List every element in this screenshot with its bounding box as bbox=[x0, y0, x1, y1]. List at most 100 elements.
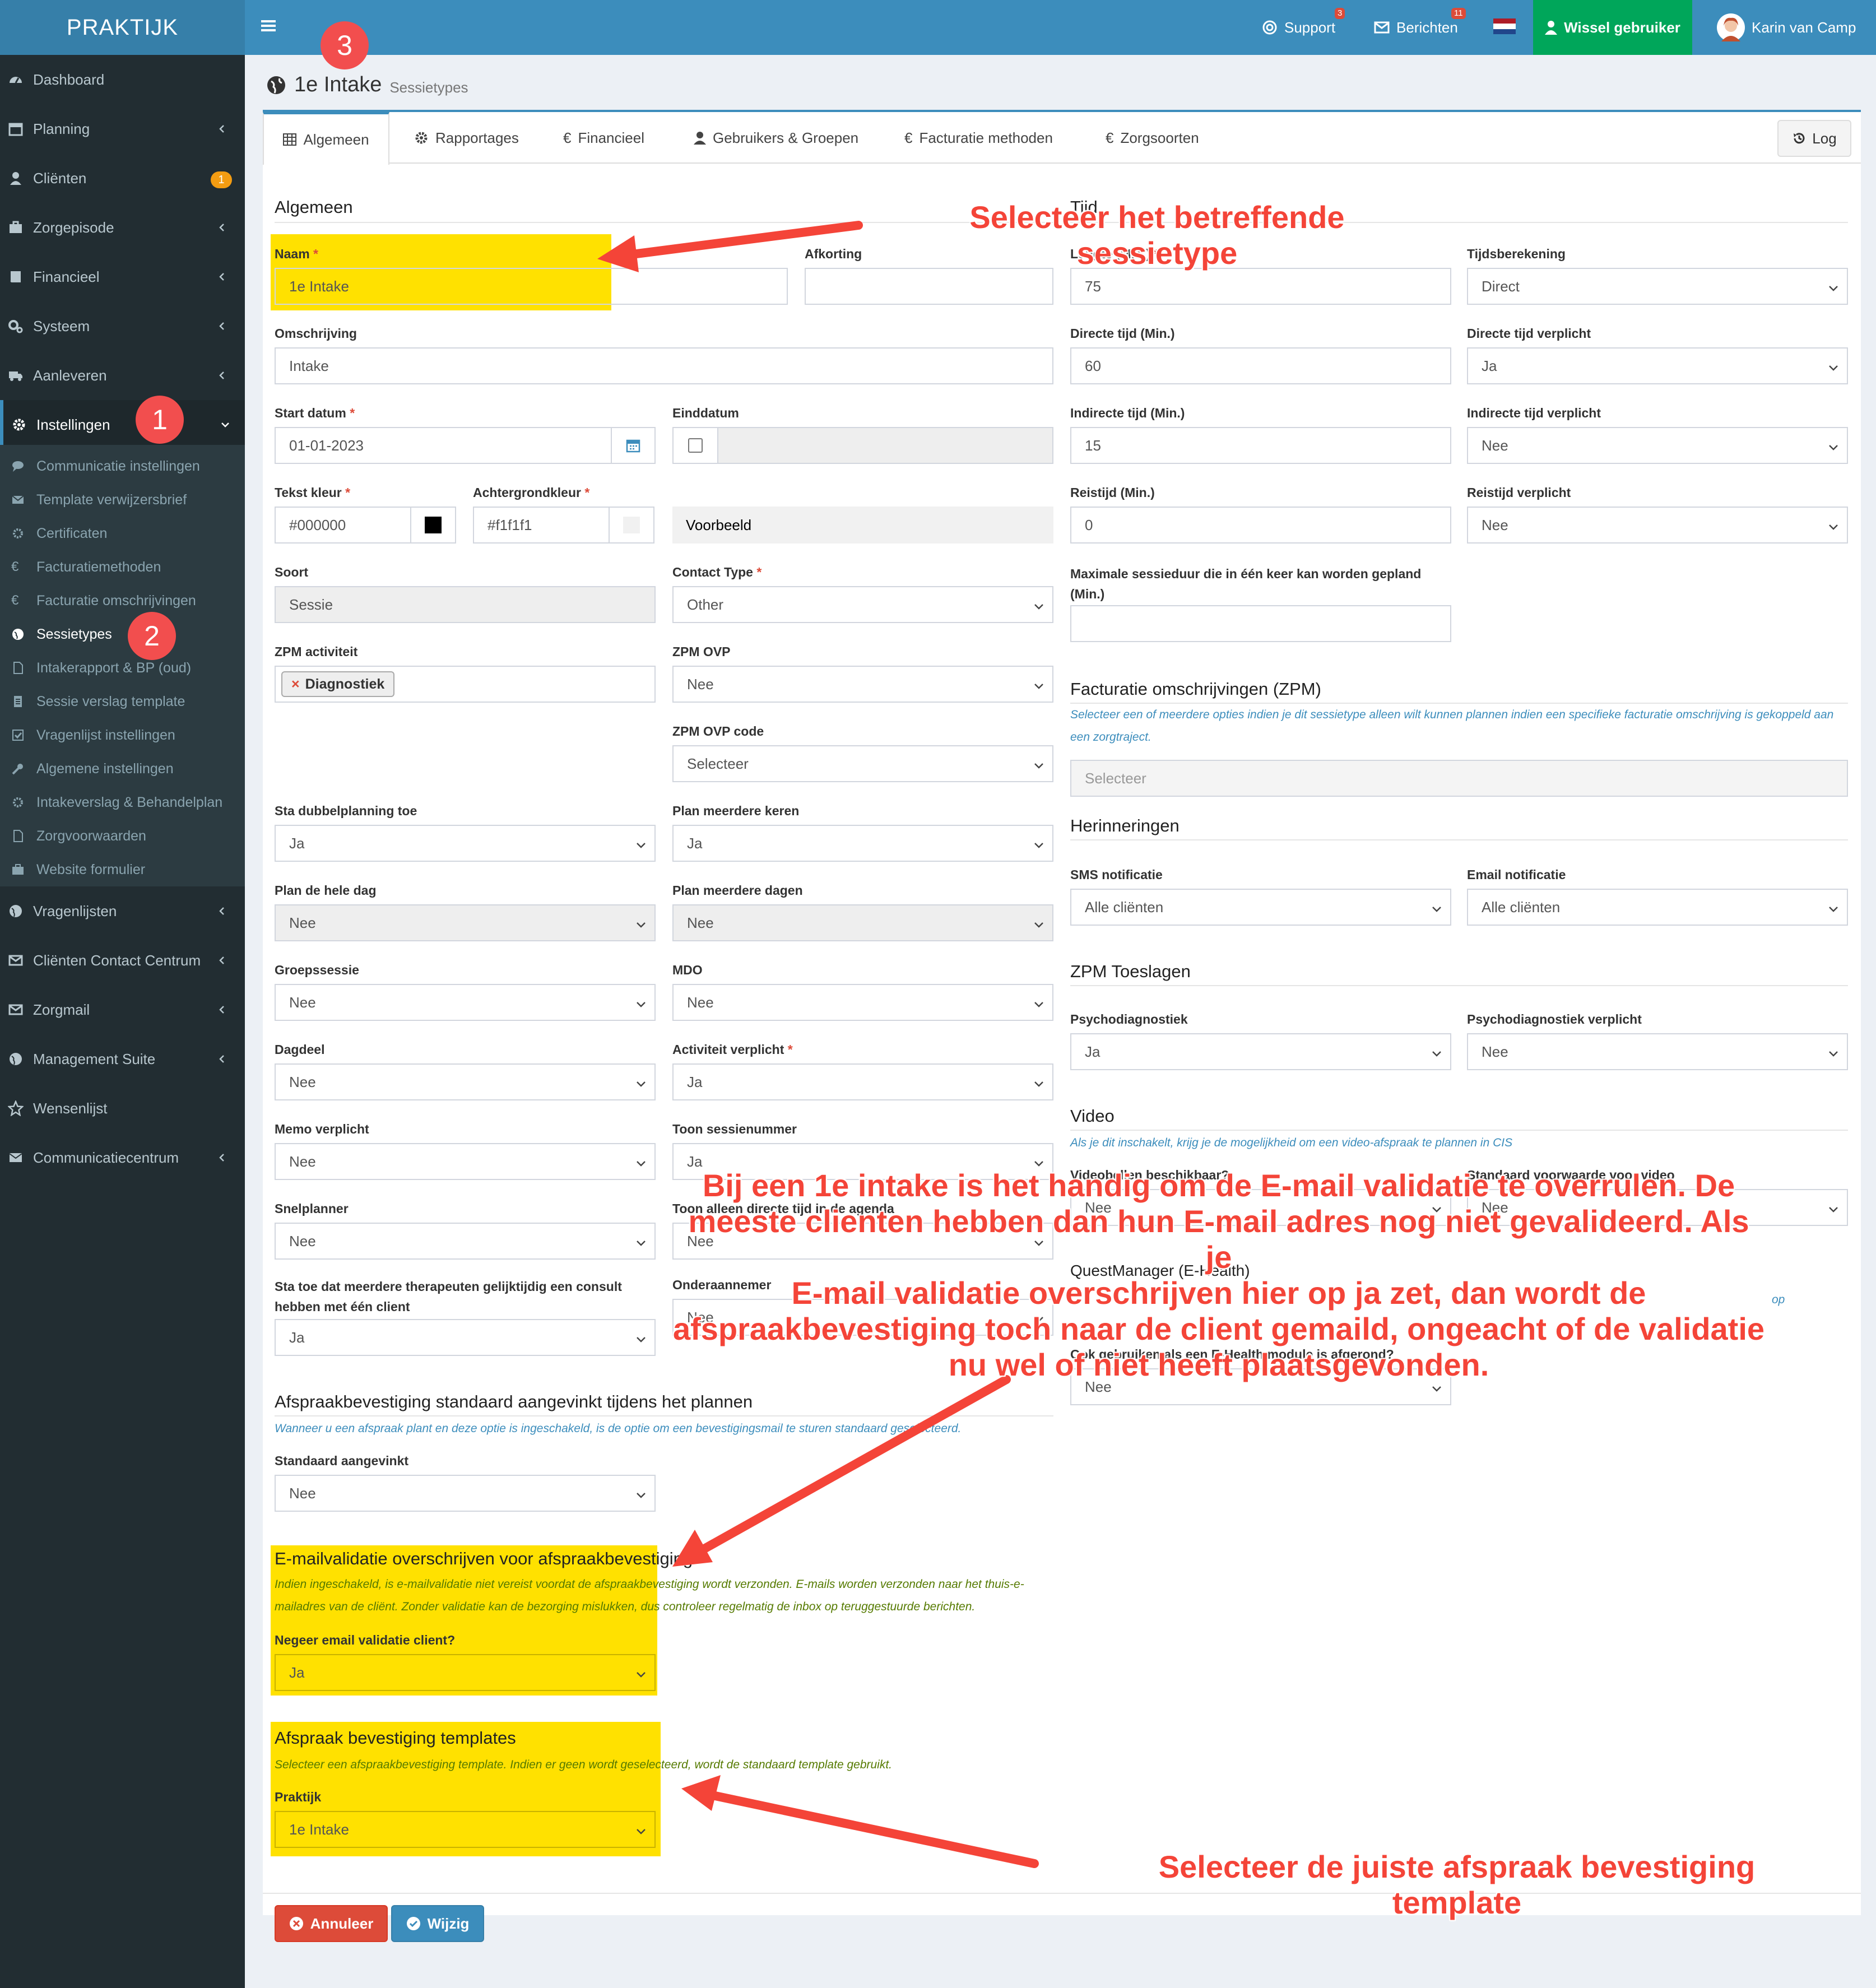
contact-type-label: Contact Type * bbox=[672, 565, 762, 579]
sms-notificatie-select[interactable]: Alle cliënten bbox=[1070, 889, 1451, 926]
cancel-button[interactable]: Annuleer bbox=[275, 1905, 388, 1942]
submenu-template-verwijzersbrief[interactable]: Template verwijzersbrief bbox=[0, 483, 245, 517]
lengte-input[interactable]: 75 bbox=[1070, 268, 1451, 305]
language-flag-icon[interactable] bbox=[1493, 18, 1516, 34]
submenu-website-formulier[interactable]: Website formulier bbox=[0, 853, 245, 886]
calendar-button[interactable] bbox=[611, 427, 656, 464]
memo-verplicht-select[interactable]: Nee bbox=[275, 1143, 656, 1180]
tab-facturatie-methoden[interactable]: € Facturatie methoden bbox=[904, 112, 1053, 164]
sidebar-item-aanleveren[interactable]: Aanleveren bbox=[0, 351, 245, 400]
standaard-aangevinkt-select[interactable]: Nee bbox=[275, 1475, 656, 1512]
menu-toggle-icon[interactable] bbox=[259, 16, 279, 36]
achtergrondkleur-input[interactable]: #f1f1f1 bbox=[473, 507, 610, 544]
berichten-link[interactable]: Berichten bbox=[1374, 0, 1458, 55]
directe-tijd-verplicht-select[interactable]: Ja bbox=[1467, 347, 1848, 384]
meerdere-therapeuten-select[interactable]: Ja bbox=[275, 1319, 656, 1356]
negeer-validatie-select[interactable]: Ja bbox=[275, 1654, 656, 1691]
sidebar-item-clienten[interactable]: Cliënten 1 bbox=[0, 154, 245, 203]
tekst-kleur-input[interactable]: #000000 bbox=[275, 507, 411, 544]
email-notificatie-select[interactable]: Alle cliënten bbox=[1467, 889, 1848, 926]
emailvalidatie-help-text: Indien ingeschakeld, is e-mailvalidatie … bbox=[275, 1578, 1024, 1613]
zpm-ovp-code-select[interactable]: Selecteer bbox=[672, 745, 1053, 782]
support-link[interactable]: Support bbox=[1262, 0, 1335, 55]
submenu-algemene-instellingen[interactable]: Algemene instellingen bbox=[0, 752, 245, 786]
submenu-sessie-verslag-template[interactable]: Sessie verslag template bbox=[0, 685, 245, 718]
submenu-intakerapport[interactable]: Intakerapport & BP (oud) bbox=[0, 651, 245, 685]
reistijd-verplicht-select[interactable]: Nee bbox=[1467, 507, 1848, 544]
log-button[interactable]: Log bbox=[1777, 120, 1851, 157]
submenu-zorgvoorwaarden[interactable]: Zorgvoorwaarden bbox=[0, 819, 245, 853]
remove-tag-icon[interactable]: × bbox=[291, 676, 300, 693]
wissel-gebruiker-button[interactable]: Wissel gebruiker bbox=[1533, 0, 1692, 55]
sidebar-item-zorgepisode[interactable]: Zorgepisode bbox=[0, 203, 245, 252]
indirecte-tijd-input[interactable]: 15 bbox=[1070, 427, 1451, 464]
annotation-email-validatie: Bij een 1e intake is het handig om de E-… bbox=[672, 1168, 1765, 1382]
save-button[interactable]: Wijzig bbox=[391, 1905, 484, 1942]
reistijd-input[interactable]: 0 bbox=[1070, 507, 1451, 544]
sidebar-item-dashboard[interactable]: Dashboard bbox=[0, 55, 245, 104]
sidebar-item-clienten-contact-centrum[interactable]: Cliënten Contact Centrum bbox=[0, 936, 245, 985]
sidebar-item-management-suite[interactable]: Management Suite bbox=[0, 1034, 245, 1084]
tab-algemeen[interactable]: Algemeen bbox=[263, 112, 389, 165]
sidebar-item-instellingen[interactable]: Instellingen bbox=[0, 400, 245, 449]
user-menu[interactable]: Karin van Camp bbox=[1717, 0, 1856, 55]
groepssessie-select[interactable]: Nee bbox=[275, 984, 656, 1021]
sidebar-item-zorgmail[interactable]: Zorgmail bbox=[0, 985, 245, 1034]
zpm-ovp-select[interactable]: Nee bbox=[672, 666, 1053, 703]
contact-type-select[interactable]: Other bbox=[672, 586, 1053, 623]
submenu-certificaten[interactable]: Certificaten bbox=[0, 517, 245, 550]
tab-zorgsoorten[interactable]: € Zorgsoorten bbox=[1106, 112, 1199, 164]
dubbelplanning-select[interactable]: Ja bbox=[275, 825, 656, 862]
brand-logo[interactable]: PRAKTIJK bbox=[0, 0, 245, 55]
mdo-label: MDO bbox=[672, 963, 703, 977]
psychodiagnostiek-select[interactable]: Ja bbox=[1070, 1033, 1451, 1070]
naam-input[interactable]: 1e Intake bbox=[275, 268, 788, 305]
maximale-sessieduur-input[interactable] bbox=[1070, 605, 1451, 642]
tab-financieel[interactable]: € Financieel bbox=[563, 112, 644, 164]
sidebar-item-systeem[interactable]: Systeem bbox=[0, 301, 245, 351]
directe-tijd-input[interactable]: 60 bbox=[1070, 347, 1451, 384]
snelplanner-select[interactable]: Nee bbox=[275, 1223, 656, 1260]
mdo-select[interactable]: Nee bbox=[672, 984, 1053, 1021]
meerdere-dagen-select[interactable]: Nee bbox=[672, 904, 1053, 941]
afkorting-input[interactable] bbox=[805, 268, 1053, 305]
dagdeel-select[interactable]: Nee bbox=[275, 1063, 656, 1100]
history-icon bbox=[1794, 133, 1805, 144]
submenu-facturatie-omschrijvingen[interactable]: € Facturatie omschrijvingen bbox=[0, 584, 245, 617]
euro-icon: € bbox=[563, 129, 572, 146]
submenu-intakeverslag-behandelplan[interactable]: Intakeverslag & Behandelplan bbox=[0, 786, 245, 819]
zpm-activiteit-tag[interactable]: × Diagnostiek bbox=[281, 671, 395, 697]
achtergrondkleur-swatch[interactable] bbox=[609, 507, 654, 544]
soort-input[interactable]: Sessie bbox=[275, 586, 656, 623]
meerdere-therapeuten-label: Sta toe dat meerdere therapeuten gelijkt… bbox=[275, 1279, 622, 1314]
hele-dag-select[interactable]: Nee bbox=[275, 904, 656, 941]
tijdsberekening-select[interactable]: Direct bbox=[1467, 268, 1848, 305]
psychodiagnostiek-verplicht-select[interactable]: Nee bbox=[1467, 1033, 1848, 1070]
indirecte-tijd-verplicht-select[interactable]: Nee bbox=[1467, 427, 1848, 464]
plan-meerdere-keren-select[interactable]: Ja bbox=[672, 825, 1053, 862]
omschrijving-input[interactable]: Intake bbox=[275, 347, 1053, 384]
einddatum-input[interactable] bbox=[717, 427, 1053, 464]
start-datum-input[interactable]: 01-01-2023 bbox=[275, 427, 612, 464]
sidebar-item-communicatiecentrum[interactable]: Communicatiecentrum bbox=[0, 1133, 245, 1182]
sidebar-item-financieel[interactable]: Financieel bbox=[0, 252, 245, 301]
submenu-communicatie-instellingen[interactable]: Communicatie instellingen bbox=[0, 449, 245, 483]
facturatie-select[interactable]: Selecteer bbox=[1070, 760, 1848, 797]
submenu-facturatiemethoden[interactable]: € Facturatiemethoden bbox=[0, 550, 245, 584]
support-label: Support bbox=[1284, 18, 1336, 36]
tab-gebruikers-groepen[interactable]: Gebruikers & Groepen bbox=[694, 112, 858, 164]
submenu-sessietypes[interactable]: Sessietypes bbox=[0, 617, 245, 651]
einddatum-checkbox[interactable] bbox=[688, 438, 703, 453]
chevron-left-icon bbox=[219, 322, 224, 330]
activiteit-verplicht-select[interactable]: Ja bbox=[672, 1063, 1053, 1100]
tekst-kleur-swatch[interactable] bbox=[410, 507, 456, 544]
tab-rapportages[interactable]: Rapportages bbox=[414, 112, 519, 164]
submenu-vragenlijst-instellingen[interactable]: Vragenlijst instellingen bbox=[0, 718, 245, 752]
sidebar-item-vragenlijsten[interactable]: Vragenlijsten bbox=[0, 886, 245, 936]
support-badge: 3 bbox=[1335, 8, 1345, 19]
envelope-icon bbox=[8, 955, 23, 966]
chevron-down-icon bbox=[221, 422, 229, 428]
sidebar-item-wensenlijst[interactable]: Wensenlijst bbox=[0, 1084, 245, 1133]
sidebar-item-planning[interactable]: Planning bbox=[0, 104, 245, 154]
praktijk-template-select[interactable]: 1e Intake bbox=[275, 1811, 656, 1848]
